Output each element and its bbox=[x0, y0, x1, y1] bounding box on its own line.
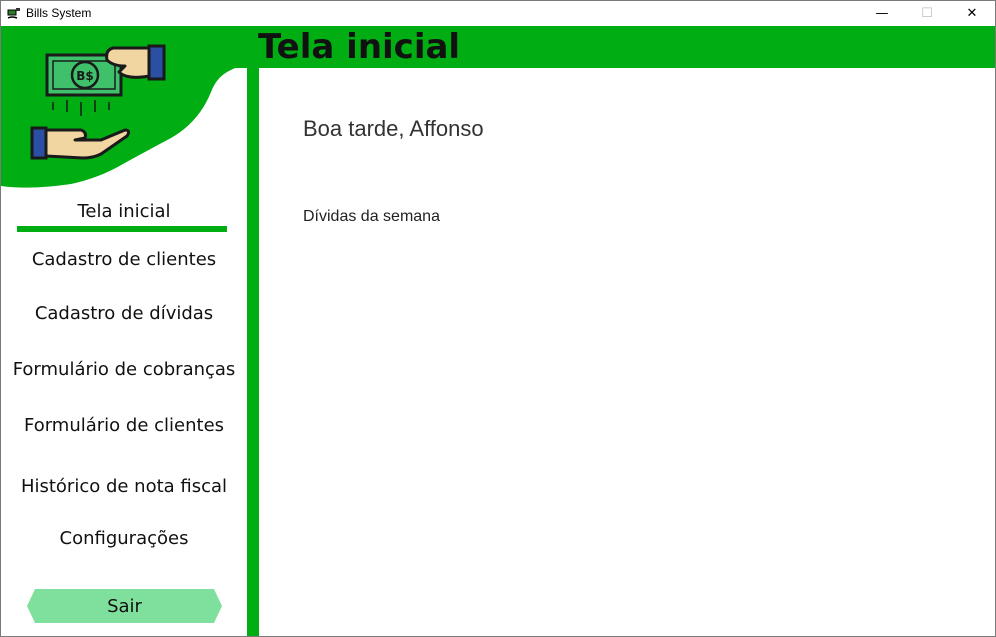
app-icon bbox=[7, 8, 20, 19]
sidebar-item-configuracoes[interactable]: Configurações bbox=[1, 528, 247, 549]
active-nav-indicator bbox=[17, 226, 227, 232]
minimize-icon: — bbox=[875, 6, 889, 21]
title-bar[interactable]: Bills System — ☐ ✕ bbox=[1, 1, 995, 26]
minimize-button[interactable]: — bbox=[859, 1, 905, 26]
greeting-text: Boa tarde, Affonso bbox=[303, 116, 484, 141]
svg-text:B$: B$ bbox=[76, 69, 94, 83]
sidebar-item-cadastro-dividas[interactable]: Cadastro de dívidas bbox=[1, 303, 247, 324]
sidebar-item-cadastro-clientes[interactable]: Cadastro de clientes bbox=[1, 249, 247, 270]
sidebar-item-formulario-clientes[interactable]: Formulário de clientes bbox=[1, 415, 247, 436]
sidebar-item-historico-nota-fiscal[interactable]: Histórico de nota fiscal bbox=[1, 476, 247, 497]
maximize-button[interactable]: ☐ bbox=[904, 1, 950, 26]
sidebar-divider bbox=[247, 68, 259, 636]
logo: B$ bbox=[1, 26, 247, 188]
sidebar-item-tela-inicial[interactable]: Tela inicial bbox=[1, 201, 247, 222]
logout-label: Sair bbox=[107, 595, 142, 617]
maximize-icon: ☐ bbox=[921, 6, 933, 21]
sidebar-item-formulario-cobrancas[interactable]: Formulário de cobranças bbox=[1, 359, 247, 380]
logout-button[interactable]: Sair bbox=[27, 589, 222, 623]
weekly-debts-heading: Dívidas da semana bbox=[303, 208, 440, 225]
app-window: Bills System — ☐ ✕ B$ Tela inicial Tela … bbox=[0, 0, 996, 637]
close-icon: ✕ bbox=[966, 6, 978, 21]
window-title: Bills System bbox=[26, 6, 92, 20]
close-button[interactable]: ✕ bbox=[949, 1, 995, 26]
page-title: Tela inicial bbox=[258, 27, 461, 67]
